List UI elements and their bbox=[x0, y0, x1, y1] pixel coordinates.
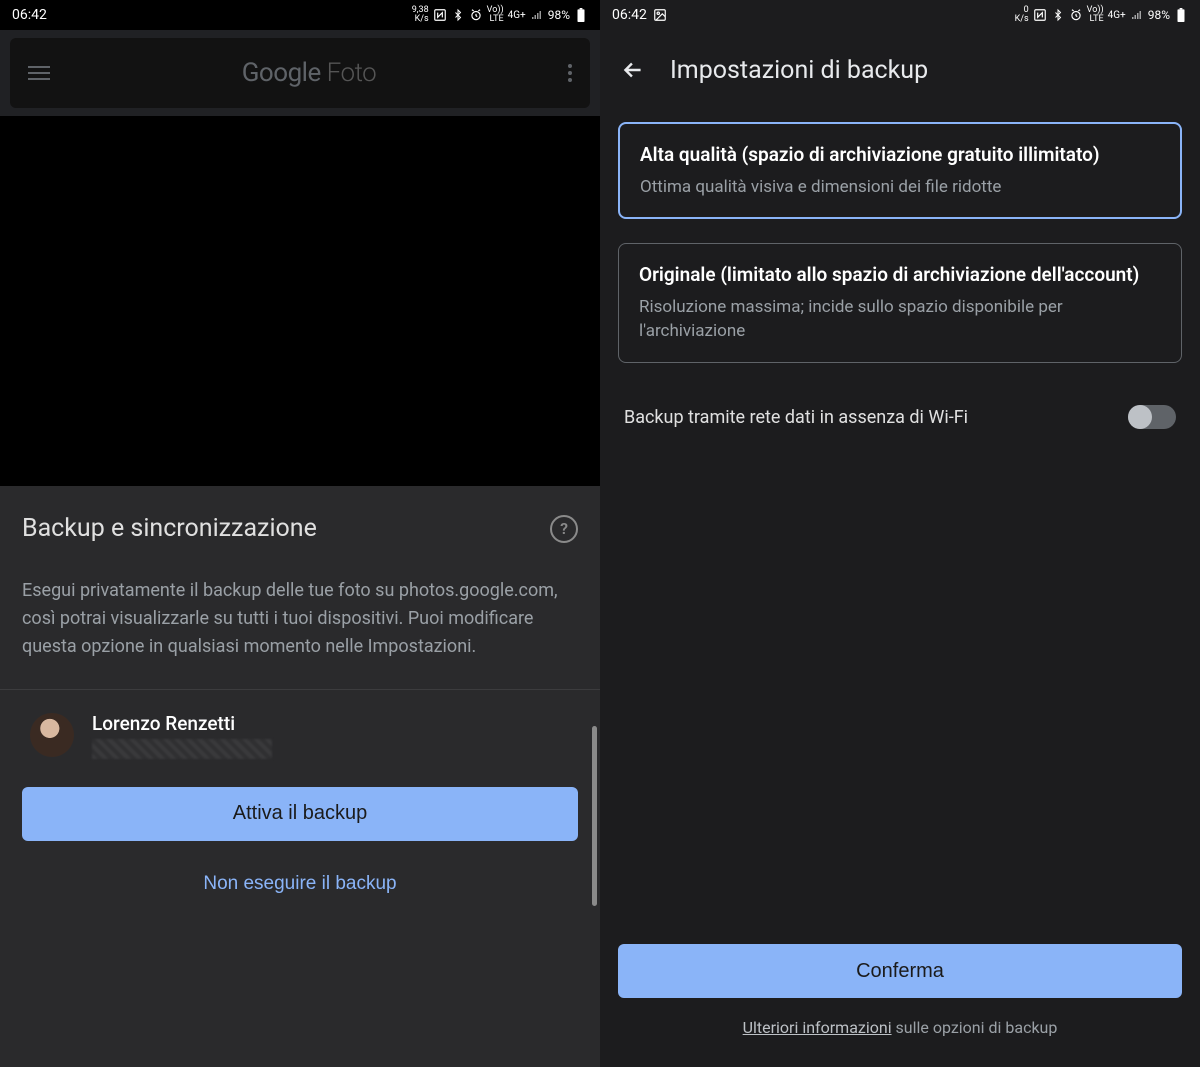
cellular-backup-toggle-row[interactable]: Backup tramite rete dati in assenza di W… bbox=[600, 375, 1200, 459]
divider bbox=[0, 689, 600, 690]
signal-icon bbox=[1130, 8, 1144, 22]
scrollbar[interactable] bbox=[592, 726, 597, 906]
battery-percent: 98% bbox=[1148, 8, 1170, 22]
option-title: Alta qualità (spazio di archiviazione gr… bbox=[640, 142, 1160, 169]
option-description: Risoluzione massima; incide sullo spazio… bbox=[639, 295, 1161, 344]
more-options-icon[interactable] bbox=[568, 64, 572, 82]
screen-backup-settings: 06:42 0 K/s Vo)) LTE 4G+ 98% Impostazion… bbox=[600, 0, 1200, 1067]
option-description: Ottima qualità visiva e dimensioni dei f… bbox=[640, 175, 1160, 200]
confirm-button[interactable]: Conferma bbox=[618, 944, 1182, 998]
sheet-title: Backup e sincronizzazione bbox=[22, 514, 317, 543]
battery-icon bbox=[574, 8, 588, 22]
settings-app-bar: Impostazioni di backup bbox=[600, 30, 1200, 110]
avatar bbox=[30, 713, 74, 757]
app-bar: Google Foto bbox=[10, 38, 590, 108]
account-email-redacted bbox=[92, 739, 272, 759]
enable-backup-button[interactable]: Attiva il backup bbox=[22, 787, 578, 841]
help-icon[interactable]: ? bbox=[550, 515, 578, 543]
skip-backup-button[interactable]: Non eseguire il backup bbox=[22, 859, 578, 909]
volte-indicator: Vo)) LTE bbox=[487, 6, 504, 24]
more-info-link[interactable]: Ulteriori informazioni sulle opzioni di … bbox=[618, 1018, 1182, 1037]
account-row[interactable]: Lorenzo Renzetti bbox=[22, 712, 578, 759]
battery-percent: 98% bbox=[548, 8, 570, 22]
screen-google-photos: 06:42 9,38 K/s Vo)) LTE 4G+ 98% Google F… bbox=[0, 0, 600, 1067]
toggle-label: Backup tramite rete dati in assenza di W… bbox=[624, 407, 968, 428]
network-type: 4G+ bbox=[508, 10, 526, 21]
data-speed-indicator: 9,38 K/s bbox=[412, 6, 429, 24]
clock: 06:42 bbox=[612, 7, 647, 23]
menu-icon[interactable] bbox=[28, 66, 50, 80]
option-original[interactable]: Originale (limitato allo spazio di archi… bbox=[618, 243, 1182, 363]
backup-sync-sheet: Backup e sincronizzazione ? Esegui priva… bbox=[0, 486, 600, 1067]
bluetooth-icon bbox=[1051, 8, 1065, 22]
sheet-description: Esegui privatamente il backup delle tue … bbox=[22, 577, 578, 661]
alarm-icon bbox=[469, 8, 483, 22]
battery-icon bbox=[1174, 8, 1188, 22]
status-bar-right: 06:42 0 K/s Vo)) LTE 4G+ 98% bbox=[600, 0, 1200, 30]
clock: 06:42 bbox=[12, 7, 47, 23]
signal-icon bbox=[530, 8, 544, 22]
toggle-switch[interactable] bbox=[1128, 405, 1176, 429]
gallery-icon bbox=[653, 8, 667, 22]
settings-title: Impostazioni di backup bbox=[670, 56, 928, 85]
back-arrow-icon[interactable] bbox=[620, 57, 646, 83]
data-speed-indicator: 0 K/s bbox=[1015, 6, 1029, 24]
nfc-icon bbox=[1033, 8, 1047, 22]
network-type: 4G+ bbox=[1108, 10, 1126, 21]
status-bar-left: 06:42 9,38 K/s Vo)) LTE 4G+ 98% bbox=[0, 0, 600, 30]
option-high-quality[interactable]: Alta qualità (spazio di archiviazione gr… bbox=[618, 122, 1182, 219]
photo-grid-empty bbox=[0, 116, 600, 486]
bluetooth-icon bbox=[451, 8, 465, 22]
app-title: Google Foto bbox=[50, 58, 568, 88]
nfc-icon bbox=[433, 8, 447, 22]
option-title: Originale (limitato allo spazio di archi… bbox=[639, 262, 1161, 289]
account-name: Lorenzo Renzetti bbox=[92, 712, 272, 735]
alarm-icon bbox=[1069, 8, 1083, 22]
volte-indicator: Vo)) LTE bbox=[1087, 6, 1104, 24]
